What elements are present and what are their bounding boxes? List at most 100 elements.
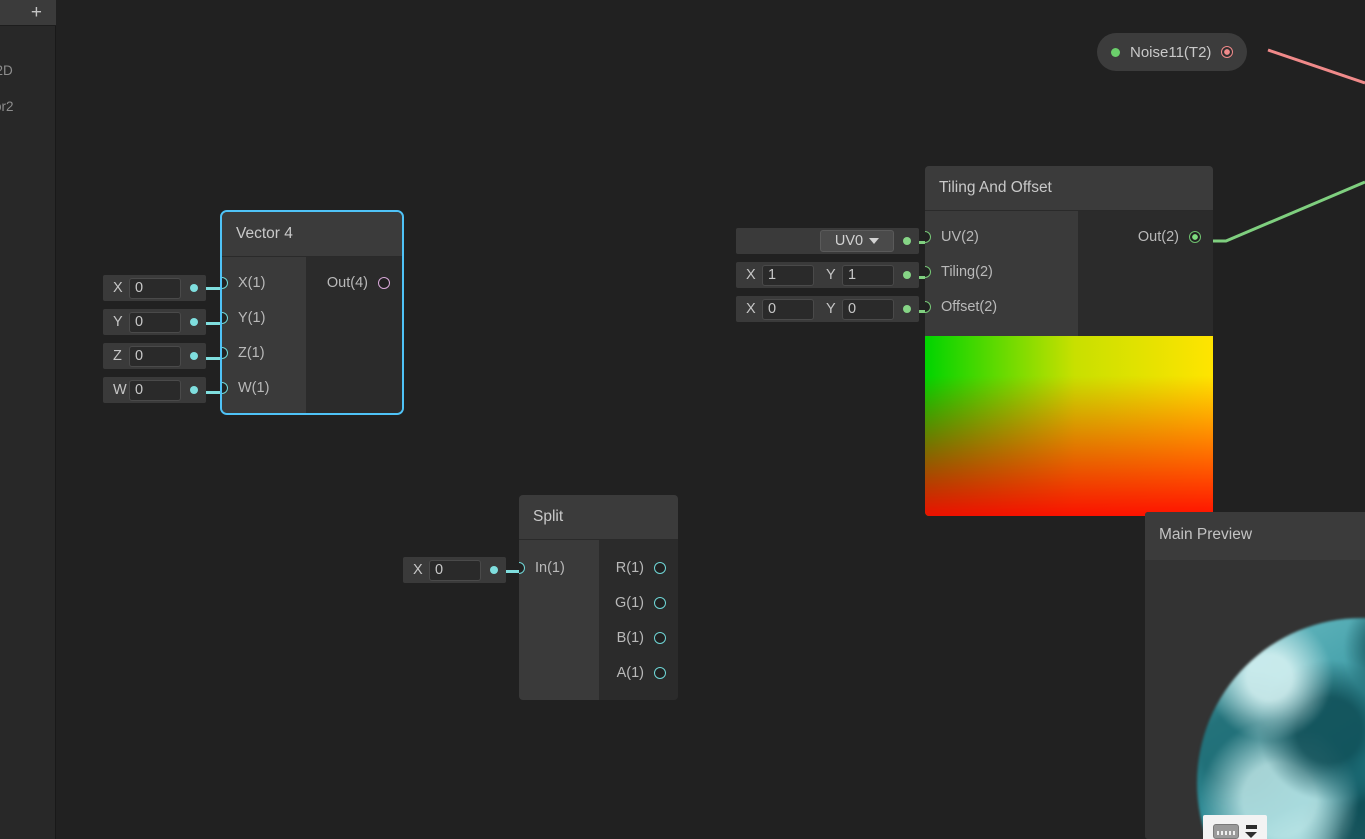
node-split[interactable]: Split In(1) R(1) G(1) B(1) A(1) — [519, 495, 678, 700]
node-tiling-and-offset[interactable]: Tiling And Offset UV(2) Tiling(2) Offset… — [925, 166, 1213, 516]
input-port-icon[interactable] — [925, 300, 931, 313]
input-port-icon[interactable] — [222, 346, 228, 359]
port-row-x[interactable]: X(1) — [222, 265, 306, 300]
sidebar-property-vector2[interactable]: ector2 — [0, 94, 56, 120]
vector4-w-input[interactable] — [129, 379, 181, 401]
tiling-y-input[interactable] — [842, 264, 894, 286]
field-label: W — [113, 382, 127, 398]
port-label: X(1) — [238, 274, 266, 291]
main-preview-panel[interactable]: Main Preview — [1145, 512, 1365, 839]
field-label: X — [113, 280, 123, 296]
output-port-icon[interactable] — [654, 596, 666, 609]
input-port-icon[interactable] — [222, 311, 228, 324]
node-preview-uv-gradient[interactable] — [925, 336, 1213, 516]
field-connector-dot[interactable] — [190, 318, 198, 326]
input-port-icon[interactable] — [925, 265, 931, 278]
tiling-vector-row[interactable]: X Y — [736, 262, 919, 288]
sidebar-property-texture2d[interactable]: ure2D — [0, 58, 56, 84]
split-x-input[interactable] — [429, 559, 481, 581]
port-row-r[interactable]: R(1) — [599, 550, 678, 585]
field-label: Z — [113, 348, 122, 364]
node-output-column: Out(2) — [1078, 211, 1213, 336]
node-vector4[interactable]: Vector 4 X(1) Y(1) Z(1) W(1) Out(4) — [220, 210, 404, 415]
tiling-input-fields: UV0 X Y X Y — [736, 228, 919, 330]
uv-channel-dropdown[interactable]: UV0 — [820, 230, 894, 252]
offset-vector-row[interactable]: X Y — [736, 296, 919, 322]
field-label: X — [413, 562, 423, 578]
port-row-z[interactable]: Z(1) — [222, 335, 306, 370]
field-label: Y — [113, 314, 123, 330]
field-connector-dot[interactable] — [190, 284, 198, 292]
main-preview-title: Main Preview — [1145, 512, 1365, 560]
port-row-a[interactable]: A(1) — [599, 655, 678, 690]
field-connector-dot[interactable] — [903, 271, 911, 279]
wire-tiling-output — [1202, 180, 1365, 243]
sidebar-property-label: ector2 — [0, 99, 14, 114]
port-row-offset[interactable]: Offset(2) — [925, 289, 1078, 324]
property-bullet-icon — [1111, 47, 1120, 57]
tiling-uv-channel-row[interactable]: UV0 — [736, 228, 919, 254]
vector4-field-w[interactable]: W — [103, 377, 206, 403]
split-field-x[interactable]: X — [403, 557, 506, 583]
tiling-x-input[interactable] — [762, 264, 814, 286]
port-row-y[interactable]: Y(1) — [222, 300, 306, 335]
vector4-y-input[interactable] — [129, 311, 181, 333]
port-label: Out(4) — [326, 274, 368, 291]
input-port-icon[interactable] — [519, 561, 525, 574]
port-row-g[interactable]: G(1) — [599, 585, 678, 620]
port-row-b[interactable]: B(1) — [599, 620, 678, 655]
add-property-button[interactable]: + — [31, 3, 42, 22]
port-label: In(1) — [535, 559, 565, 576]
field-connector-dot[interactable] — [190, 386, 198, 394]
input-port-icon[interactable] — [222, 276, 228, 289]
field-label: Y — [826, 267, 836, 283]
spinner-bar — [1245, 824, 1257, 829]
port-label: G(1) — [615, 594, 644, 611]
port-label: Out(2) — [1137, 228, 1179, 245]
port-label: B(1) — [616, 629, 644, 646]
node-title: Tiling And Offset — [925, 166, 1213, 211]
port-row-uv[interactable]: UV(2) — [925, 219, 1078, 254]
port-row-out[interactable]: Out(4) — [306, 265, 402, 300]
output-port-icon[interactable] — [1221, 46, 1234, 58]
vector4-z-input[interactable] — [129, 345, 181, 367]
node-title: Split — [519, 495, 678, 540]
field-label: X — [746, 267, 756, 283]
wire-noise-output — [1267, 48, 1365, 85]
vector4-field-y[interactable]: Y — [103, 309, 206, 335]
preview-sphere[interactable] — [1197, 618, 1365, 839]
input-port-icon[interactable] — [222, 381, 228, 394]
vector4-field-z[interactable]: Z — [103, 343, 206, 369]
offset-x-input[interactable] — [762, 298, 814, 320]
field-connector-dot[interactable] — [903, 237, 911, 245]
chevron-down-icon — [1245, 831, 1257, 838]
blackboard-sidebar: + ure2D ector2 — [0, 0, 56, 839]
field-connector-dot[interactable] — [490, 566, 498, 574]
port-label: UV(2) — [941, 228, 979, 245]
main-preview-body[interactable] — [1145, 560, 1365, 839]
node-noise-property[interactable]: Noise11(T2) — [1097, 33, 1248, 71]
port-row-out[interactable]: Out(2) — [1078, 219, 1213, 254]
input-port-icon[interactable] — [925, 230, 931, 243]
output-port-icon[interactable] — [1189, 230, 1201, 243]
graph-canvas[interactable]: X Y Z W Vector 4 — [56, 0, 1365, 839]
port-row-tiling[interactable]: Tiling(2) — [925, 254, 1078, 289]
field-connector-dot[interactable] — [190, 352, 198, 360]
offset-y-input[interactable] — [842, 298, 894, 320]
vector4-field-x[interactable]: X — [103, 275, 206, 301]
vector4-x-input[interactable] — [129, 277, 181, 299]
keyboard-icon[interactable] — [1213, 823, 1239, 839]
node-body: X(1) Y(1) Z(1) W(1) Out(4) — [222, 257, 402, 413]
field-connector-dot[interactable] — [903, 305, 911, 313]
output-port-icon[interactable] — [654, 631, 666, 644]
port-row-in[interactable]: In(1) — [519, 550, 599, 585]
port-row-w[interactable]: W(1) — [222, 370, 306, 405]
output-port-icon[interactable] — [654, 666, 666, 679]
output-port-icon[interactable] — [654, 561, 666, 574]
preview-controls-widget[interactable] — [1203, 815, 1267, 839]
sidebar-property-label: ure2D — [0, 63, 13, 78]
node-title: Vector 4 — [222, 212, 402, 257]
spinner-icon[interactable] — [1245, 824, 1257, 838]
output-port-icon[interactable] — [378, 276, 390, 289]
shader-graph-window: + ure2D ector2 X — [0, 0, 1365, 839]
